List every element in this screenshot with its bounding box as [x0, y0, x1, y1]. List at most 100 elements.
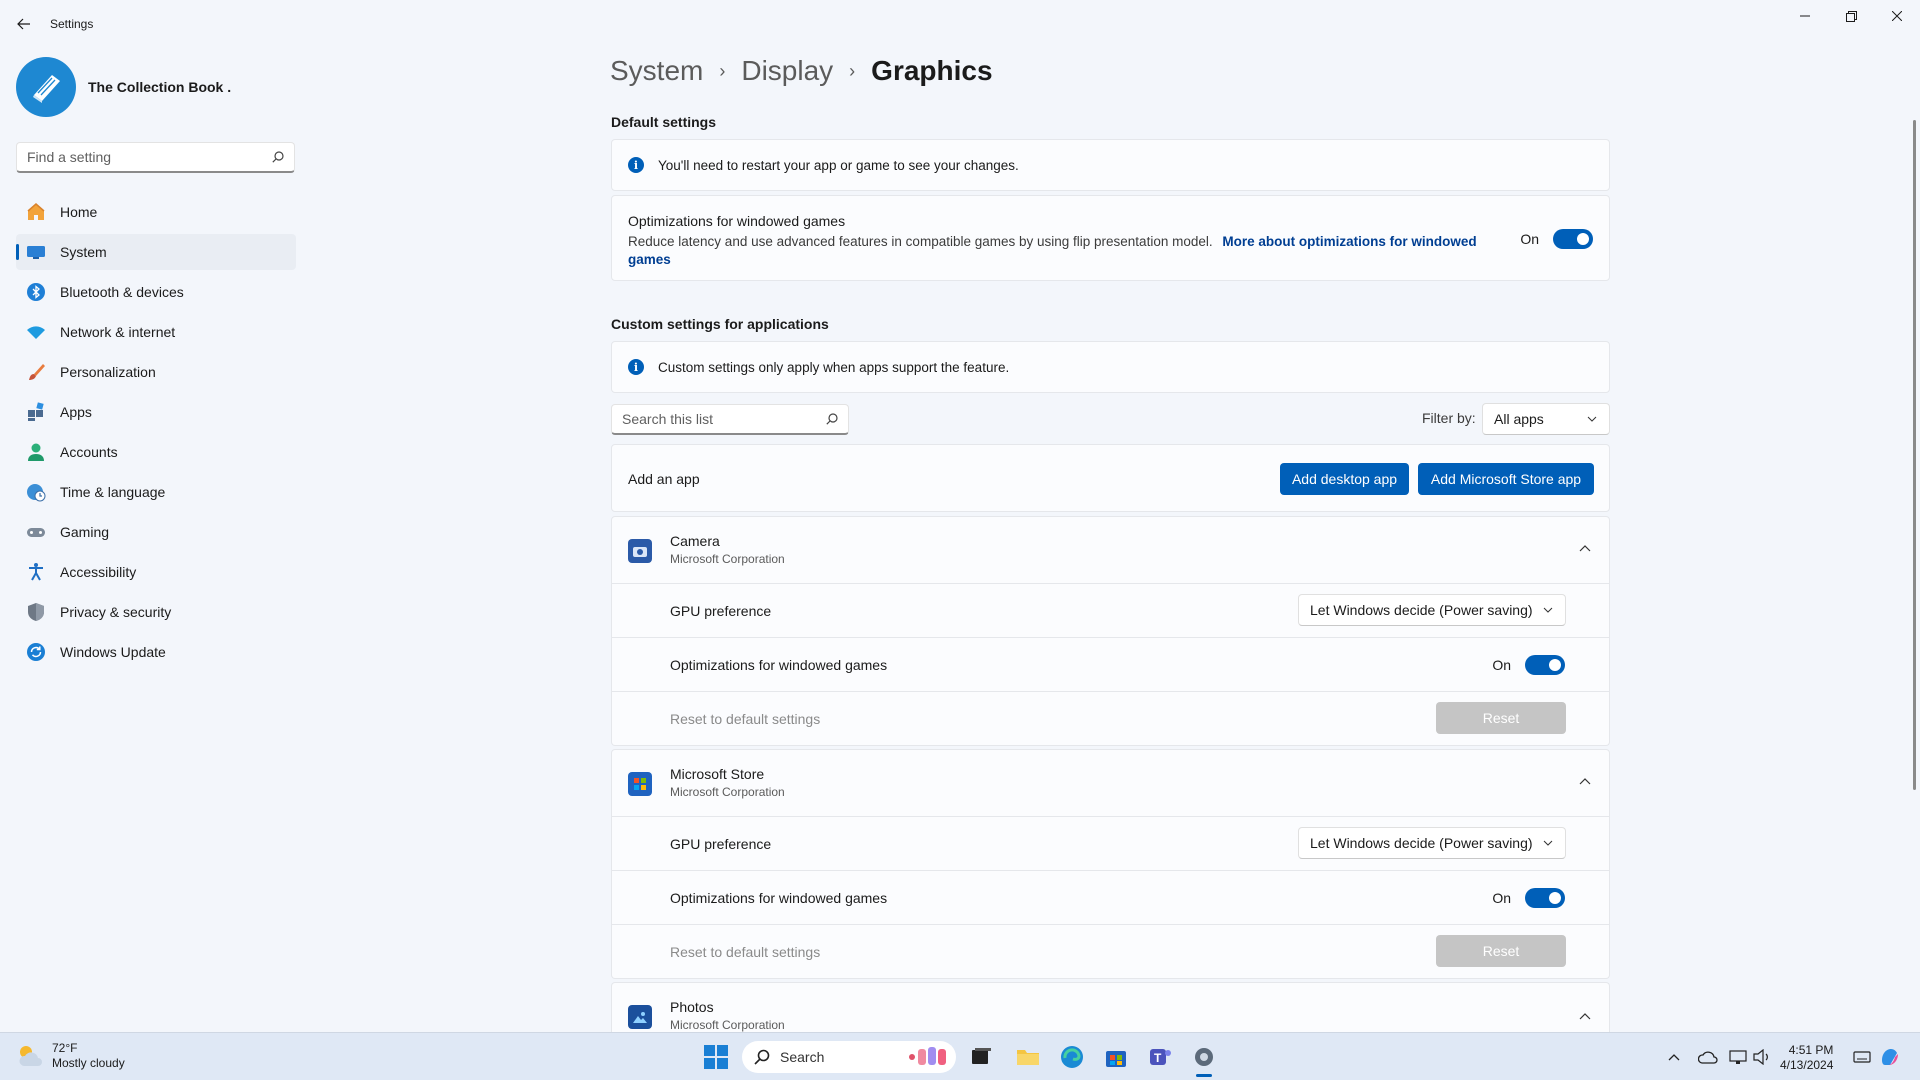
reset-button[interactable]: Reset — [1436, 935, 1566, 967]
chevron-up-icon — [1668, 1053, 1680, 1060]
sidebar-item-system[interactable]: System — [16, 234, 296, 270]
sidebar-item-windows-update[interactable]: Windows Update — [16, 634, 296, 670]
arrow-left-icon — [17, 18, 30, 30]
search-icon — [826, 413, 838, 425]
gpu-preference-label: GPU preference — [670, 603, 772, 619]
filter-label: Filter by: — [1422, 410, 1476, 426]
person-icon — [26, 442, 46, 462]
folder-icon — [1017, 1050, 1039, 1065]
sidebar-item-personalization[interactable]: Personalization — [16, 354, 296, 390]
toggle-state-label: On — [1520, 231, 1539, 247]
sidebar-item-privacy[interactable]: Privacy & security — [16, 594, 296, 630]
sidebar-item-label: Bluetooth & devices — [60, 284, 184, 300]
sidebar-item-gaming[interactable]: Gaming — [16, 514, 296, 550]
find-setting-input[interactable] — [17, 143, 257, 171]
windowed-games-row: Optimizations for windowed games On — [611, 638, 1610, 692]
cloud-icon — [1698, 1051, 1718, 1064]
bluetooth-icon — [26, 282, 46, 302]
store-icon — [628, 772, 652, 796]
chevron-up-icon[interactable] — [1579, 545, 1591, 552]
app-name: Camera — [670, 533, 720, 549]
app-header-photos[interactable]: Photos Microsoft Corporation — [611, 982, 1610, 1032]
search-list-input[interactable] — [612, 405, 812, 433]
add-store-app-button[interactable]: Add Microsoft Store app — [1418, 463, 1594, 495]
search-list-box[interactable] — [611, 404, 849, 435]
minimize-button[interactable] — [1782, 0, 1828, 32]
app-name: Photos — [670, 999, 714, 1015]
add-desktop-app-button[interactable]: Add desktop app — [1280, 463, 1409, 495]
reset-label: Reset to default settings — [670, 944, 821, 960]
gear-icon — [1195, 1048, 1213, 1066]
task-view-icon — [972, 1048, 991, 1064]
taskbar: 72°F Mostly cloudy Search T 4:51 PM 4/13… — [0, 1032, 1920, 1080]
scrollbar[interactable] — [1913, 120, 1916, 790]
close-button[interactable] — [1874, 0, 1920, 32]
edge-button[interactable] — [1058, 1043, 1086, 1071]
gpu-preference-select[interactable]: Let Windows decide (Power saving) — [1298, 827, 1566, 859]
taskbar-search[interactable]: Search — [742, 1041, 956, 1073]
gpu-preference-select[interactable]: Let Windows decide (Power saving) — [1298, 594, 1566, 626]
windowed-games-title: Optimizations for windowed games — [628, 213, 846, 229]
cloud-sun-icon — [19, 1046, 42, 1066]
task-view-button[interactable] — [968, 1043, 996, 1071]
chevron-up-icon[interactable] — [1579, 778, 1591, 785]
sidebar-item-network[interactable]: Network & internet — [16, 314, 296, 350]
start-button[interactable] — [702, 1043, 730, 1071]
minimize-icon — [1800, 15, 1810, 17]
reset-row: Reset to default settings Reset — [611, 692, 1610, 746]
app-header-camera[interactable]: Camera Microsoft Corporation — [611, 516, 1610, 584]
sidebar-item-label: Gaming — [60, 524, 110, 540]
clock[interactable]: 4:51 PM 4/13/2024 — [1780, 1043, 1833, 1073]
sidebar-item-label: Apps — [60, 404, 92, 420]
reset-button[interactable]: Reset — [1436, 702, 1566, 734]
sidebar-item-label: Privacy & security — [60, 604, 172, 620]
volume-button[interactable] — [1748, 1043, 1776, 1071]
section-title-custom: Custom settings for applications — [611, 316, 829, 332]
add-app-label: Add an app — [628, 471, 700, 487]
keyboard-layout-button[interactable] — [1848, 1043, 1876, 1071]
brush-icon — [26, 362, 46, 382]
filter-select[interactable]: All apps — [1482, 403, 1610, 435]
back-button[interactable] — [14, 14, 34, 34]
windowed-games-toggle[interactable] — [1553, 229, 1593, 249]
monitor-icon — [26, 242, 46, 262]
file-explorer-button[interactable] — [1014, 1043, 1042, 1071]
edge-icon — [1061, 1046, 1083, 1068]
add-app-card: Add an app Add desktop app Add Microsoft… — [611, 444, 1610, 512]
info-text: Custom settings only apply when apps sup… — [658, 359, 1010, 375]
show-hidden-icons-button[interactable] — [1660, 1043, 1688, 1071]
sidebar-item-apps[interactable]: Apps — [16, 394, 296, 430]
chevron-right-icon: › — [719, 60, 726, 81]
sidebar-item-bluetooth[interactable]: Bluetooth & devices — [16, 274, 296, 310]
sidebar-item-home[interactable]: Home — [16, 194, 296, 230]
sidebar-item-accounts[interactable]: Accounts — [16, 434, 296, 470]
find-setting-box[interactable] — [16, 142, 295, 173]
breadcrumb-display[interactable]: Display — [741, 55, 833, 87]
taskbar-search-label: Search — [780, 1049, 825, 1065]
teams-button[interactable]: T — [1146, 1043, 1174, 1071]
camera-windowed-toggle[interactable] — [1525, 655, 1565, 675]
temperature: 72°F — [52, 1041, 78, 1055]
breadcrumb-system[interactable]: System — [610, 55, 703, 87]
copilot-button[interactable] — [1876, 1043, 1904, 1071]
sidebar-item-time-language[interactable]: Time & language — [16, 474, 296, 510]
restore-button[interactable] — [1828, 0, 1874, 32]
filter-value: All apps — [1494, 411, 1544, 427]
settings-taskbar-button[interactable] — [1190, 1043, 1218, 1071]
store-taskbar-button[interactable] — [1102, 1043, 1130, 1071]
user-profile[interactable]: The Collection Book . — [16, 56, 231, 118]
sidebar-nav: Home System Bluetooth & devices Network … — [16, 194, 296, 674]
chevron-up-icon[interactable] — [1579, 1013, 1591, 1020]
date: 4/13/2024 — [1780, 1058, 1834, 1072]
onedrive-button[interactable] — [1694, 1043, 1722, 1071]
sidebar-item-label: Home — [60, 204, 98, 220]
search-highlight-icon — [909, 1047, 946, 1065]
page-title: Graphics — [871, 55, 993, 86]
app-header-microsoft-store[interactable]: Microsoft Store Microsoft Corporation — [611, 749, 1610, 817]
weather-widget[interactable]: 72°F Mostly cloudy — [16, 1041, 125, 1071]
store-windowed-toggle[interactable] — [1525, 888, 1565, 908]
svg-text:T: T — [1154, 1051, 1162, 1065]
sidebar-item-accessibility[interactable]: Accessibility — [16, 554, 296, 590]
photos-icon — [628, 1005, 652, 1029]
restart-info-card: i You'll need to restart your app or gam… — [611, 139, 1610, 191]
